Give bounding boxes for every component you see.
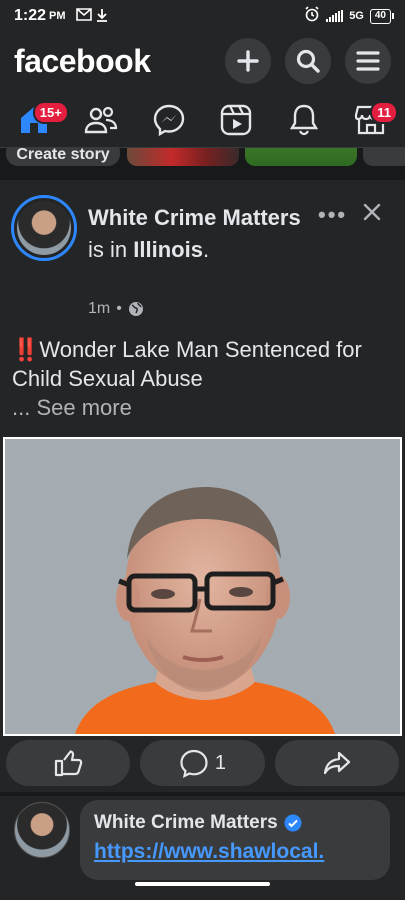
share-button[interactable] [274,740,399,786]
meta-separator: • [116,300,122,317]
post-meta: 1m • [88,300,144,318]
signal-icon [326,10,344,22]
facebook-logo[interactable]: facebook [14,43,151,80]
download-icon [96,8,108,25]
post-photo[interactable] [3,437,402,736]
create-story-button[interactable]: Create story [6,148,120,166]
comment-link[interactable]: https://www.shawlocal. [94,840,376,864]
friends-icon [85,106,118,133]
alarm-icon [304,6,320,26]
see-more-link[interactable]: ... See more [12,395,132,421]
commenter-name: White Crime Matters [94,812,376,834]
tab-friends[interactable] [76,97,126,143]
tab-watch[interactable] [211,97,261,143]
gmail-icon [75,8,92,24]
story-thumbnail[interactable] [245,148,357,166]
commenter-avatar[interactable] [14,802,70,858]
author-name[interactable]: White Crime Matters [88,205,301,230]
network-type: 5G [349,10,364,22]
location-name[interactable]: Illinois [133,237,203,262]
post-actions: 1 [0,740,405,792]
close-icon[interactable] [362,202,382,227]
post-header: White Crime Matters is in Illinois. ••• … [0,180,405,330]
video-icon [221,104,252,135]
title-period: . [202,237,210,262]
tab-bar: 15+ 11 [0,92,405,148]
app-header: facebook [0,32,405,90]
globe-icon [128,302,143,316]
is-in-text: is in [88,237,134,262]
menu-button[interactable] [345,38,391,84]
post-text: ‼️Wonder Lake Man Sentenced for Child Se… [12,337,362,391]
like-button[interactable] [6,740,131,786]
status-time: 1:22 [14,7,47,24]
tab-marketplace[interactable]: 11 [346,97,398,143]
plus-icon [237,50,259,72]
thumbs-up-icon [55,750,83,777]
battery-icon: 40 [369,8,395,24]
tab-notifications[interactable] [279,97,329,143]
hamburger-icon [356,51,380,71]
verified-badge-icon [284,814,302,832]
comment-button[interactable]: 1 [140,740,265,786]
tab-messenger[interactable] [144,97,194,143]
stories-strip: Create story [0,148,405,172]
mugshot-image [5,439,400,734]
search-icon [296,49,320,73]
home-badge: 15+ [32,100,69,124]
bell-icon [289,104,318,135]
comment-icon [180,749,208,778]
marketplace-badge: 11 [370,100,398,124]
create-button[interactable] [225,38,271,84]
author-avatar[interactable] [11,195,77,261]
post-title: White Crime Matters is in Illinois. [88,202,318,266]
status-bar: 1:22 PM 5G 40 [0,0,405,32]
search-button[interactable] [285,38,331,84]
story-thumbnail[interactable] [127,148,239,166]
tab-home[interactable]: 15+ [9,97,69,143]
story-thumbnail[interactable] [363,148,405,166]
section-divider [0,792,405,796]
share-icon [323,751,350,775]
messenger-icon [153,104,184,136]
more-options-icon[interactable]: ••• [318,202,347,228]
avatar-image [17,201,71,255]
status-ampm: PM [49,10,66,22]
comment-bubble[interactable]: White Crime Matters https://www.shawloca… [80,800,390,880]
home-indicator[interactable] [135,882,270,886]
post-time[interactable]: 1m [88,300,110,318]
commenter-name-text[interactable]: White Crime Matters [94,812,278,834]
section-divider [0,172,405,180]
comment-count: 1 [214,751,227,774]
